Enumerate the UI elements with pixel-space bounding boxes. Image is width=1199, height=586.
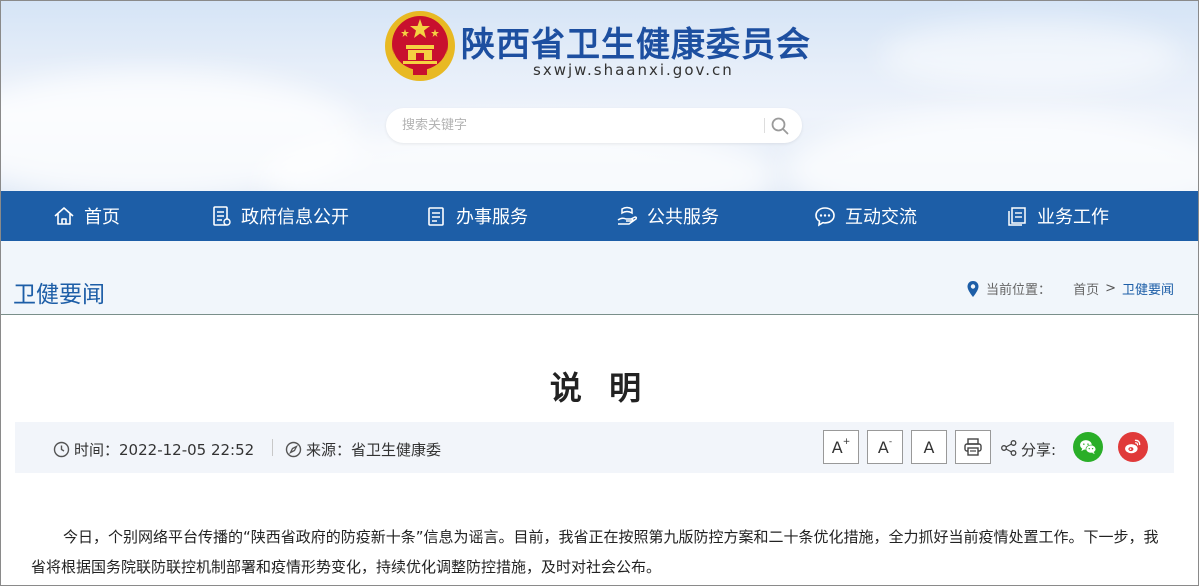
nav-item-public-service[interactable]: 公共服务 (616, 191, 719, 241)
time-label: 时间： (74, 441, 120, 459)
header-banner: 陕西省卫生健康委员会 sxwjw.shaanxi.gov.cn (1, 1, 1198, 191)
clipboard-icon (428, 207, 444, 226)
cloud-decoration (881, 21, 1181, 91)
source-label: 来源： (306, 441, 352, 459)
breadcrumb: 当前位置： 首页 > 卫健要闻 (966, 279, 1174, 298)
font-default-label: A (923, 437, 935, 457)
nav-item-label: 首页 (84, 207, 120, 228)
nav-item-label: 办事服务 (456, 207, 528, 228)
wechat-icon (1080, 440, 1097, 455)
hand-service-icon (617, 206, 638, 225)
search-input[interactable] (402, 114, 742, 137)
cloud-decoration (781, 111, 1198, 191)
share-icon (1001, 440, 1017, 456)
national-emblem-icon (385, 11, 455, 81)
search-divider (764, 118, 765, 133)
article-meta-bar: 时间： 2022-12-05 22:52 来源： 省卫生健康委 A + A- A … (15, 422, 1174, 473)
folder-stack-icon (1008, 207, 1026, 226)
breadcrumb-separator: > (1105, 281, 1116, 296)
chat-bubble-icon (815, 207, 835, 227)
nav-item-label: 政府信息公开 (241, 207, 349, 228)
printer-icon (964, 438, 982, 456)
nav-item-home[interactable]: 首页 (53, 191, 120, 241)
site-title[interactable]: 陕西省卫生健康委员会 (461, 17, 811, 66)
nav-item-label: 业务工作 (1037, 207, 1109, 228)
font-decrease-label: A (877, 437, 889, 457)
search-icon[interactable] (770, 116, 790, 136)
site-domain: sxwjw.shaanxi.gov.cn (533, 61, 734, 79)
section-title: 卫健要闻 (13, 282, 105, 308)
source-value: 省卫生健康委 (351, 441, 442, 459)
font-increase-sup: + (842, 437, 851, 447)
font-decrease-button[interactable]: A- (867, 430, 903, 464)
section-header: 卫健要闻 当前位置： 首页 > 卫健要闻 (1, 241, 1198, 315)
nav-item-label: 公共服务 (647, 207, 719, 228)
time-value: 2022-12-05 22:52 (119, 440, 255, 459)
wechat-share-button[interactable] (1073, 432, 1103, 462)
meta-divider (272, 439, 273, 456)
clock-icon (53, 441, 70, 458)
nav-item-interaction[interactable]: 互动交流 (814, 191, 917, 241)
share-label: 分享: (1021, 441, 1057, 459)
breadcrumb-current-link[interactable]: 卫健要闻 (1122, 279, 1174, 298)
nav-item-label: 互动交流 (845, 207, 917, 228)
article-paragraph: 今日，个别网络平台传播的“陕西省政府的防疫新十条”信息为谣言。目前，我省正在按照… (31, 528, 1159, 576)
font-increase-label: A (831, 437, 843, 457)
nav-item-services[interactable]: 办事服务 (425, 191, 528, 241)
article-time: 时间： 2022-12-05 22:52 (53, 439, 254, 460)
article-title: 说 明 (549, 369, 650, 407)
font-default-button[interactable]: A (911, 430, 947, 464)
compass-icon (285, 441, 302, 458)
print-button[interactable] (955, 430, 991, 464)
breadcrumb-home-link[interactable]: 首页 (1073, 279, 1099, 298)
main-nav: 首页 政府信息公开 办事服务 公共服务 互动交流 业务工作 (1, 191, 1198, 241)
font-increase-button[interactable]: A + (823, 430, 859, 464)
home-icon (54, 207, 74, 225)
breadcrumb-label: 当前位置： (986, 283, 1052, 298)
document-list-icon (213, 206, 231, 226)
search-box (386, 108, 802, 143)
article-body: 今日，个别网络平台传播的“陕西省政府的防疫新十条”信息为谣言。目前，我省正在按照… (31, 522, 1171, 582)
nav-item-business[interactable]: 业务工作 (1006, 191, 1109, 241)
nav-item-gov-info[interactable]: 政府信息公开 (210, 191, 349, 241)
weibo-share-button[interactable] (1118, 432, 1148, 462)
article-source: 来源： 省卫生健康委 (285, 439, 441, 460)
font-decrease-sup: - (888, 437, 893, 447)
location-pin-icon (967, 280, 979, 297)
weibo-icon (1125, 439, 1141, 454)
